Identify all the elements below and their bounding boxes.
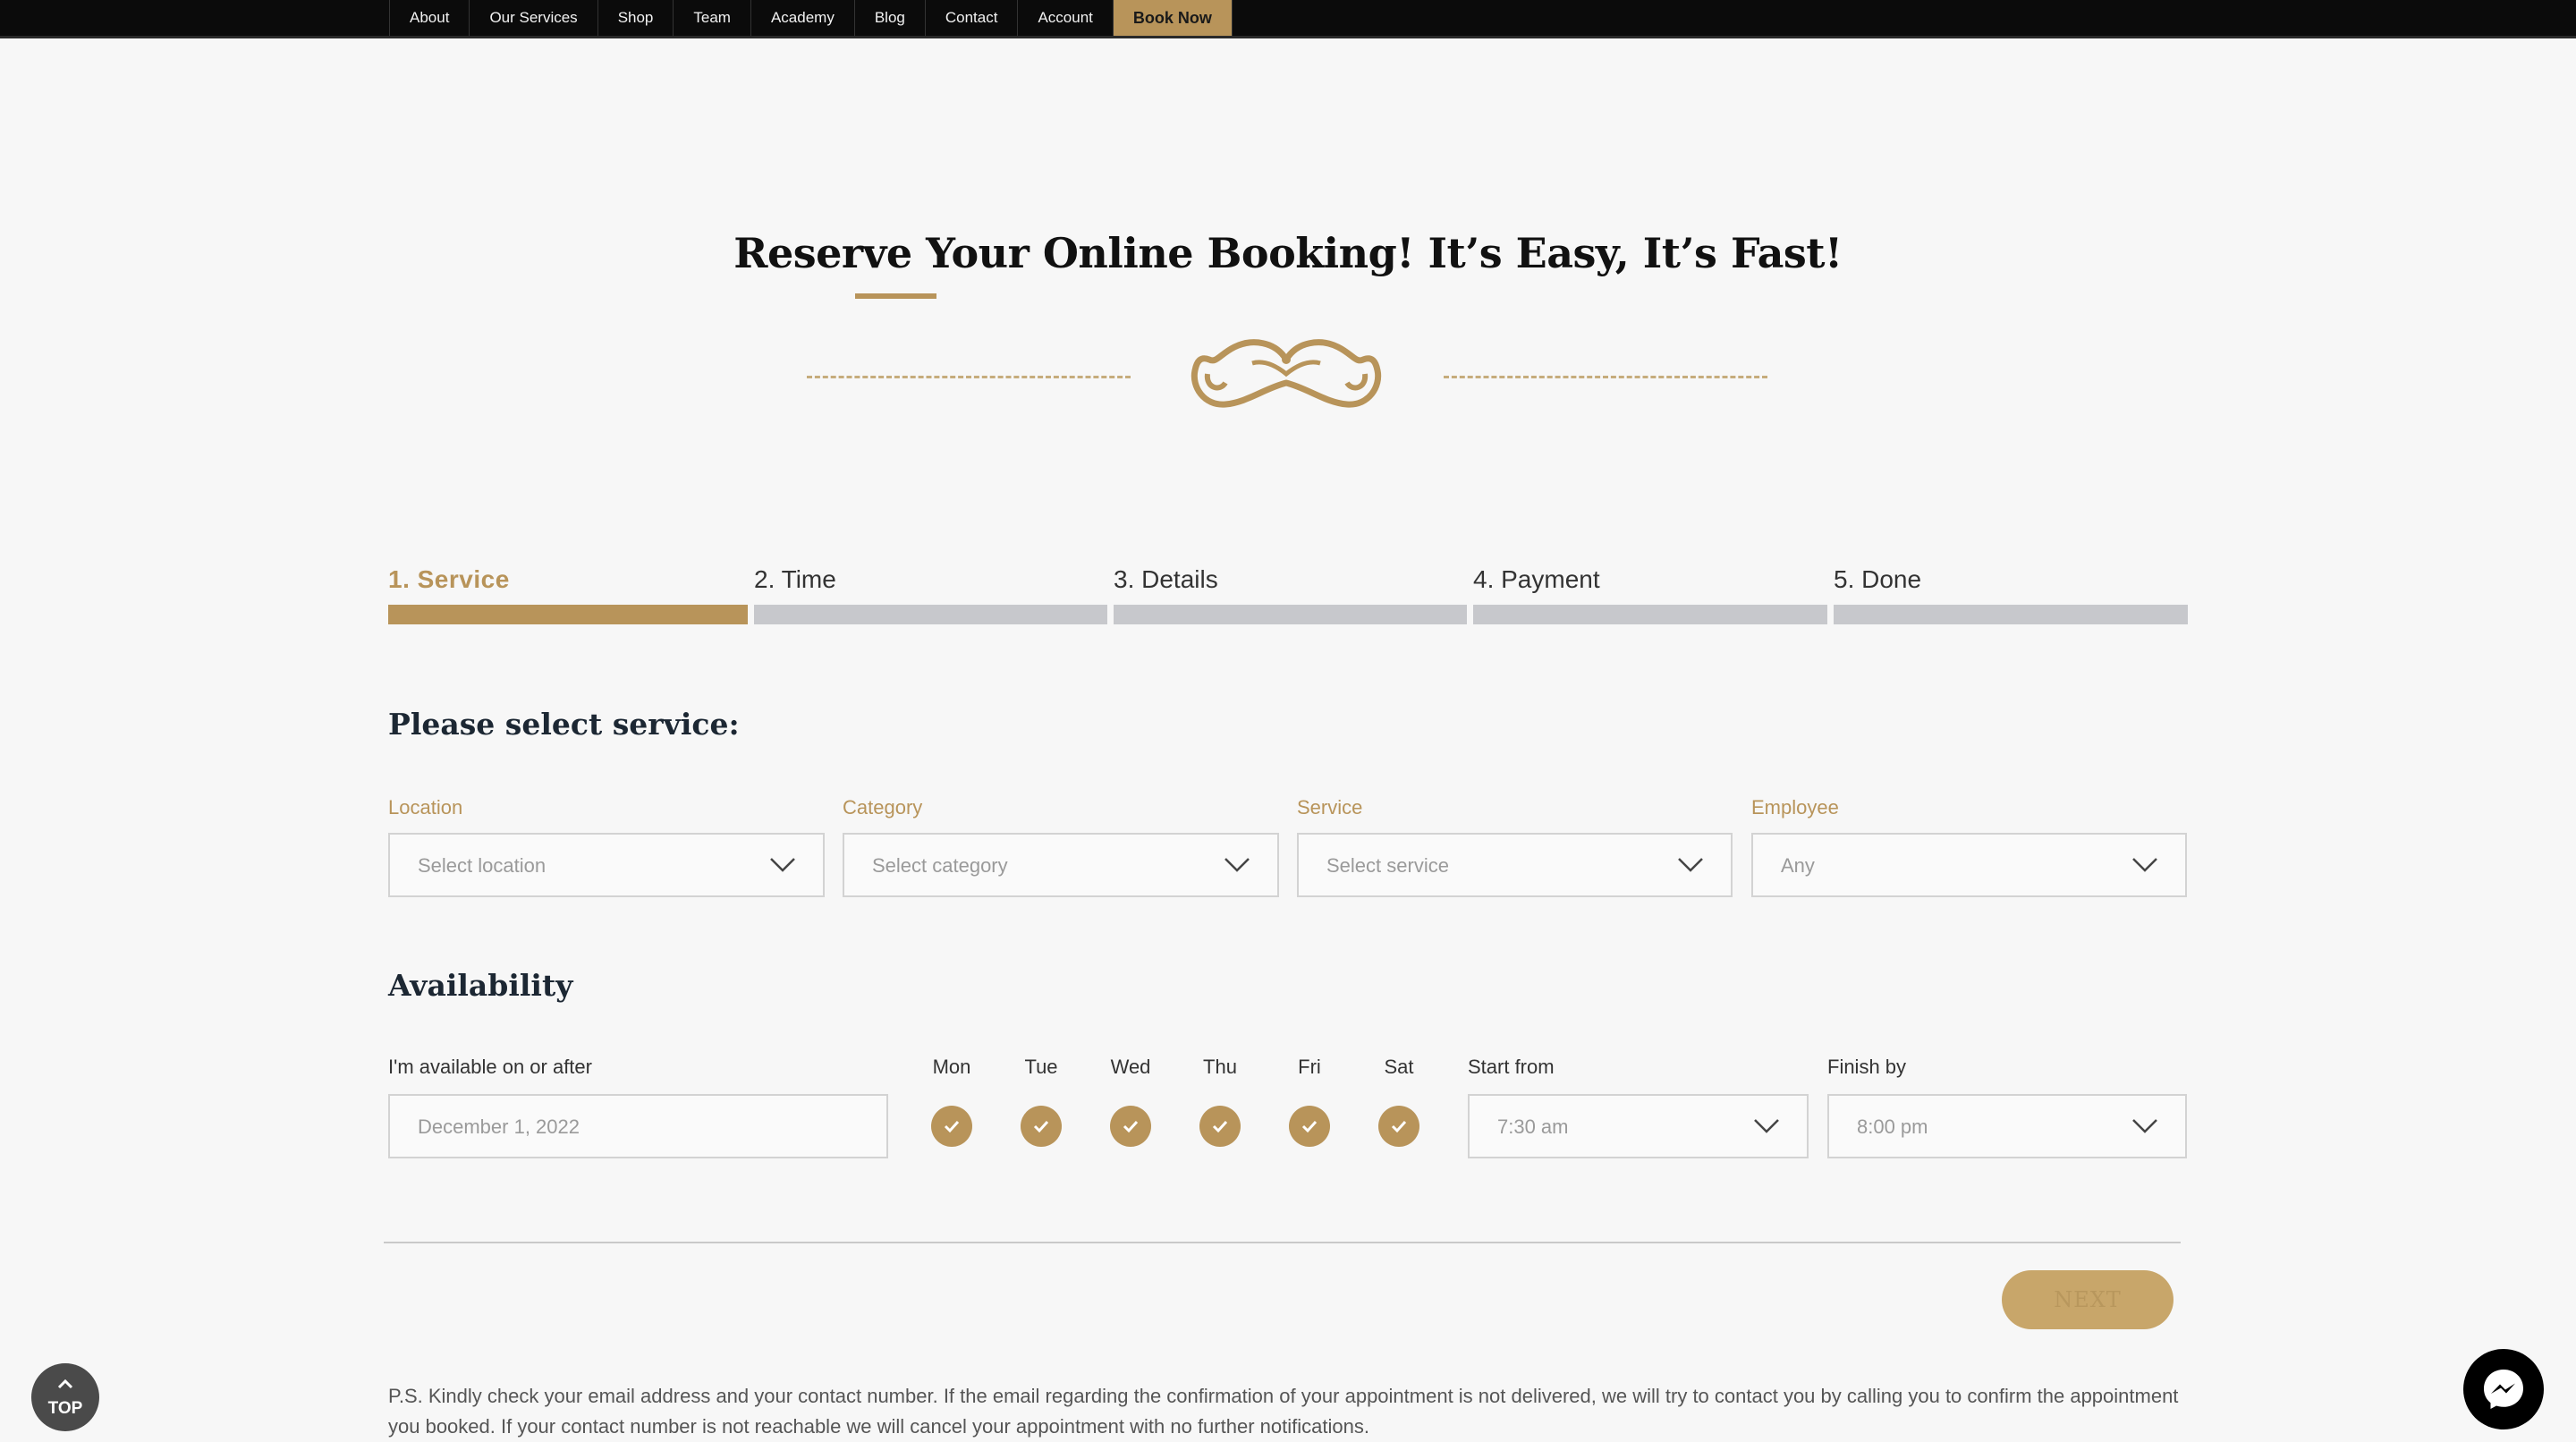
day-checkbox-wed[interactable] (1110, 1106, 1151, 1147)
step-label: 5. Done (1834, 565, 1922, 593)
check-icon (1391, 1120, 1407, 1133)
step-progress-bar (1834, 605, 2188, 624)
step-label: 2. Time (754, 565, 836, 593)
start-from-value: 7:30 am (1497, 1115, 1569, 1138)
day-checkbox-thu[interactable] (1199, 1106, 1241, 1147)
location-select[interactable]: Select location (388, 833, 825, 897)
nav-blog[interactable]: Blog (853, 0, 925, 36)
day-checkbox-sat[interactable] (1378, 1106, 1419, 1147)
service-section-title: Please select service: (388, 707, 740, 742)
service-select-value: Select service (1326, 854, 1449, 877)
day-label-mon: Mon (932, 1056, 971, 1078)
step-done: 5. Done (1834, 562, 2188, 626)
check-icon (1301, 1120, 1318, 1133)
main-nav: About Our Services Shop Team Academy Blo… (389, 0, 1233, 36)
check-icon (1212, 1120, 1228, 1133)
chevron-down-icon (2132, 1119, 2157, 1133)
finish-by-value: 8:00 pm (1857, 1115, 1928, 1138)
nav-team[interactable]: Team (673, 0, 750, 36)
messenger-chat-button[interactable] (2463, 1349, 2544, 1429)
service-label: Service (1297, 796, 1363, 819)
book-now-button[interactable]: Book Now (1112, 0, 1233, 36)
check-icon (944, 1120, 960, 1133)
location-select-value: Select location (418, 854, 547, 877)
form-divider (384, 1242, 2181, 1243)
scroll-to-top-button[interactable]: TOP (31, 1363, 99, 1431)
chevron-down-icon (1754, 1119, 1779, 1133)
day-checkbox-mon[interactable] (931, 1106, 972, 1147)
step-details: 3. Details (1114, 562, 1467, 626)
chevron-up-icon (57, 1378, 73, 1389)
chevron-down-icon (2132, 858, 2157, 872)
step-label: 4. Payment (1473, 565, 1600, 593)
day-label-wed: Wed (1110, 1056, 1151, 1078)
chevron-down-icon (1678, 858, 1703, 872)
day-label-thu: Thu (1203, 1056, 1237, 1078)
nav-about[interactable]: About (389, 0, 469, 36)
category-label: Category (843, 796, 923, 819)
employee-label: Employee (1751, 796, 1839, 819)
messenger-icon (2484, 1370, 2523, 1409)
scroll-to-top-label: TOP (47, 1399, 83, 1418)
step-service: 1. Service (388, 562, 748, 626)
day-label-fri: Fri (1298, 1056, 1321, 1078)
step-payment: 4. Payment (1473, 562, 1827, 626)
day-label-sat: Sat (1384, 1056, 1414, 1078)
chevron-down-icon (770, 858, 795, 872)
mustache-icon (1191, 339, 1382, 408)
nav-academy[interactable]: Academy (750, 0, 854, 36)
date-input[interactable]: December 1, 2022 (388, 1094, 888, 1158)
finish-by-label: Finish by (1827, 1056, 1907, 1078)
start-from-label: Start from (1468, 1056, 1555, 1078)
category-select-value: Select category (872, 854, 1008, 877)
availability-title: Availability (388, 968, 573, 1003)
top-navigation-bar: About Our Services Shop Team Academy Blo… (0, 0, 2576, 38)
nav-our-services[interactable]: Our Services (469, 0, 597, 36)
step-label: 1. Service (388, 565, 510, 593)
step-progress-bar (388, 605, 748, 624)
check-icon (1033, 1120, 1049, 1133)
next-button[interactable]: NEXT (2002, 1270, 2174, 1329)
chevron-down-icon (1224, 858, 1250, 872)
decorative-dashed-line-left (807, 376, 1131, 378)
booking-steps: 1. Service 2. Time 3. Details 4. Payment… (388, 562, 2188, 626)
category-select[interactable]: Select category (843, 833, 1279, 897)
day-checkbox-tue[interactable] (1021, 1106, 1062, 1147)
date-input-value: December 1, 2022 (418, 1115, 580, 1138)
decorative-dashed-line-right (1444, 376, 1767, 378)
step-label: 3. Details (1114, 565, 1218, 593)
finish-by-select[interactable]: 8:00 pm (1827, 1094, 2187, 1158)
step-time: 2. Time (754, 562, 1107, 626)
step-progress-bar (1114, 605, 1467, 624)
booking-note: P.S. Kindly check your email address and… (388, 1385, 2179, 1438)
nav-shop[interactable]: Shop (597, 0, 674, 36)
page-title: Reserve Your Online Booking! It’s Easy, … (733, 229, 1843, 277)
location-label: Location (388, 796, 463, 819)
nav-account[interactable]: Account (1017, 0, 1112, 36)
service-select[interactable]: Select service (1297, 833, 1733, 897)
step-progress-bar (1473, 605, 1827, 624)
day-checkbox-fri[interactable] (1289, 1106, 1330, 1147)
day-label-tue: Tue (1024, 1056, 1058, 1078)
date-label: I'm available on or after (388, 1056, 592, 1078)
title-underline (855, 293, 936, 299)
check-icon (1123, 1120, 1139, 1133)
employee-select-value: Any (1781, 854, 1815, 877)
employee-select[interactable]: Any (1751, 833, 2187, 897)
step-progress-bar (754, 605, 1107, 624)
start-from-select[interactable]: 7:30 am (1468, 1094, 1809, 1158)
nav-contact[interactable]: Contact (924, 0, 1018, 36)
